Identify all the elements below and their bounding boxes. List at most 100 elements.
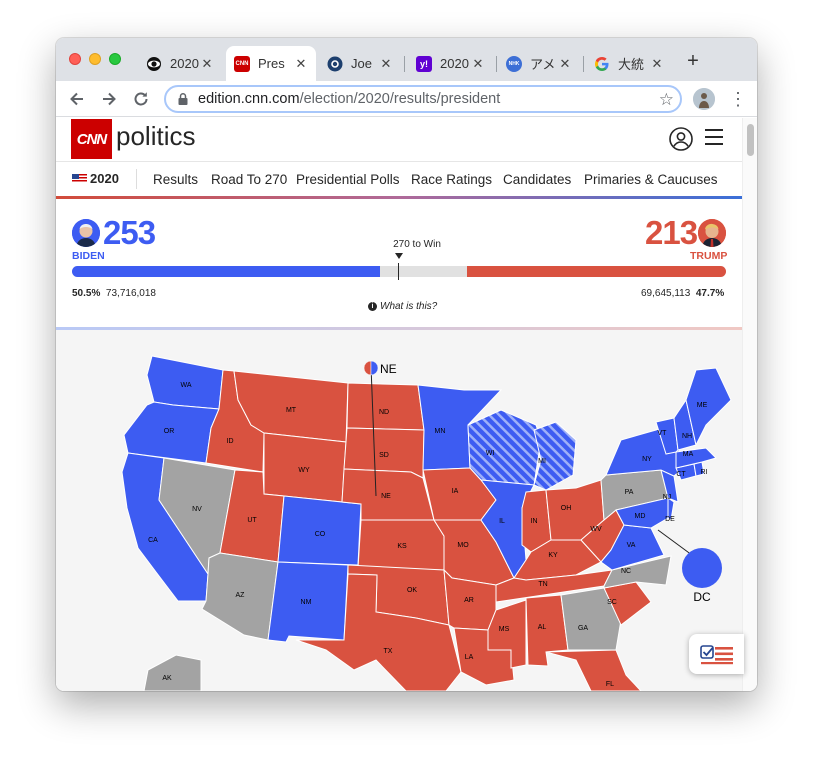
scrollbar-thumb[interactable] xyxy=(747,124,754,156)
trump-popular-count: 69,645,113 xyxy=(641,288,691,299)
cnn-icon: CNN xyxy=(234,55,250,72)
url-host: edition.cnn.com xyxy=(198,91,300,107)
biden-popular-vote: 50.5% 73,716,018 xyxy=(72,288,156,299)
state-label: NC xyxy=(621,568,631,575)
state-label: IA xyxy=(452,488,459,495)
what-is-this-label: What is this? xyxy=(380,301,438,312)
section-title[interactable]: politics xyxy=(116,121,195,152)
state-label: FL xyxy=(606,681,614,688)
state-label: SD xyxy=(379,452,389,459)
back-button[interactable] xyxy=(66,88,88,110)
page-content: CNN politics 2020 Results Road To 270 Pr… xyxy=(56,118,757,691)
nav-divider xyxy=(136,169,137,189)
tab-close-icon[interactable]: ✕ xyxy=(650,56,664,72)
profile-avatar[interactable] xyxy=(693,88,715,110)
nav-link-results[interactable]: Results xyxy=(153,172,198,187)
reload-icon xyxy=(134,92,148,106)
state-label: SC xyxy=(607,599,617,606)
nav-link-race-ratings[interactable]: Race Ratings xyxy=(411,172,492,187)
tab-close-icon[interactable]: ✕ xyxy=(471,56,485,72)
browser-tab[interactable]: 大統 ✕ xyxy=(586,46,672,81)
state-label: TX xyxy=(384,648,393,655)
state-label: MT xyxy=(286,407,297,414)
state-label: WI xyxy=(486,450,495,457)
what-is-this-link[interactable]: i What is this? xyxy=(368,301,488,312)
tab-close-icon[interactable]: ✕ xyxy=(558,56,572,72)
state-label: NE xyxy=(381,493,391,500)
state-label: MA xyxy=(683,451,694,458)
state-label: TN xyxy=(538,581,547,588)
nav-link-presidential-polls[interactable]: Presidential Polls xyxy=(296,172,400,187)
state-WI[interactable] xyxy=(467,409,542,486)
state-label: DE xyxy=(665,516,675,523)
state-label: OR xyxy=(164,428,175,435)
new-tab-button[interactable]: + xyxy=(682,50,704,72)
arrow-right-icon xyxy=(103,92,116,106)
dc-marker[interactable] xyxy=(682,548,722,588)
tab-close-icon[interactable]: ✕ xyxy=(294,56,308,72)
nav-link-primaries-caucuses[interactable]: Primaries & Caucuses xyxy=(584,172,718,187)
more-menu-icon[interactable]: ⋮ xyxy=(729,88,747,110)
nav-link-candidates[interactable]: Candidates xyxy=(503,172,571,187)
browser-tab-active[interactable]: CNN Pres ✕ xyxy=(226,46,316,81)
state-label: IN xyxy=(531,518,538,525)
tab-close-icon[interactable]: ✕ xyxy=(200,56,214,72)
browser-tab[interactable]: y! 2020 ✕ xyxy=(408,46,493,81)
tab-strip: 2020 ✕ CNN Pres ✕ Joe ✕ y! 2020 ✕ NHK アメ… xyxy=(56,38,757,81)
cbs-eye-icon xyxy=(146,56,162,72)
state-label: CA xyxy=(148,537,158,544)
reload-button[interactable] xyxy=(130,88,152,110)
state-label: OK xyxy=(407,587,417,594)
state-label: KY xyxy=(548,552,558,559)
state-AK[interactable] xyxy=(143,654,202,691)
election-year[interactable]: 2020 xyxy=(72,171,119,186)
state-ND[interactable] xyxy=(346,382,425,431)
bookmark-star-icon[interactable]: ☆ xyxy=(659,90,674,110)
arrow-left-icon xyxy=(70,92,83,106)
tab-title: 大統 xyxy=(618,57,645,72)
state-label: AZ xyxy=(236,592,246,599)
browser-tab[interactable]: 2020 ✕ xyxy=(138,46,222,81)
state-label: IL xyxy=(499,518,505,525)
biden-progress-fill xyxy=(72,266,380,277)
close-window-button[interactable] xyxy=(69,53,81,65)
cnn-header: CNN politics xyxy=(56,118,742,160)
ne-split-marker[interactable]: NE xyxy=(363,360,397,376)
state-label: NH xyxy=(682,433,692,440)
forward-button[interactable] xyxy=(98,88,120,110)
trump-avatar xyxy=(698,219,726,247)
zoom-window-button[interactable] xyxy=(109,53,121,65)
minimize-window-button[interactable] xyxy=(89,53,101,65)
ballot-checklist-icon xyxy=(699,645,733,665)
state-label: WY xyxy=(298,467,310,474)
state-FL[interactable] xyxy=(545,649,642,691)
browser-tab[interactable]: NHK アメ ✕ xyxy=(498,46,580,81)
yahoo-icon: y! xyxy=(416,55,432,72)
nav-gradient-rule xyxy=(56,196,742,199)
google-icon xyxy=(594,56,610,72)
state-label: WA xyxy=(180,382,191,389)
state-MI[interactable] xyxy=(533,421,577,491)
win-threshold-marker-icon xyxy=(395,253,403,259)
state-label: NY xyxy=(642,456,652,463)
state-label: GA xyxy=(578,625,588,632)
state-label: NJ xyxy=(663,494,672,501)
page-scrollbar[interactable] xyxy=(742,118,757,691)
nav-link-road-to-270[interactable]: Road To 270 xyxy=(211,172,287,187)
cnn-logo[interactable]: CNN xyxy=(71,119,112,159)
browser-tab[interactable]: Joe ✕ xyxy=(319,46,401,81)
tab-title: アメ xyxy=(530,57,556,72)
trump-pct: 47.7% xyxy=(695,288,725,299)
win-threshold-line xyxy=(398,263,399,280)
hamburger-menu-icon[interactable] xyxy=(705,129,723,145)
state-label: MI xyxy=(538,458,546,465)
election-nav: 2020 Results Road To 270 Presidential Po… xyxy=(56,161,742,196)
ballot-checklist-button[interactable] xyxy=(689,634,744,674)
user-account-icon[interactable] xyxy=(669,127,693,151)
address-bar[interactable]: edition.cnn.com/election/2020/results/pr… xyxy=(164,85,682,113)
results-map: NE DC WA OR CA ID NV MT WY UT AZ CO NM N… xyxy=(56,330,742,691)
trump-electoral-votes: 213 xyxy=(645,214,698,251)
tab-close-icon[interactable]: ✕ xyxy=(379,56,393,72)
url-path: /election/2020/results/president xyxy=(299,91,501,107)
state-label: AK xyxy=(162,675,172,682)
